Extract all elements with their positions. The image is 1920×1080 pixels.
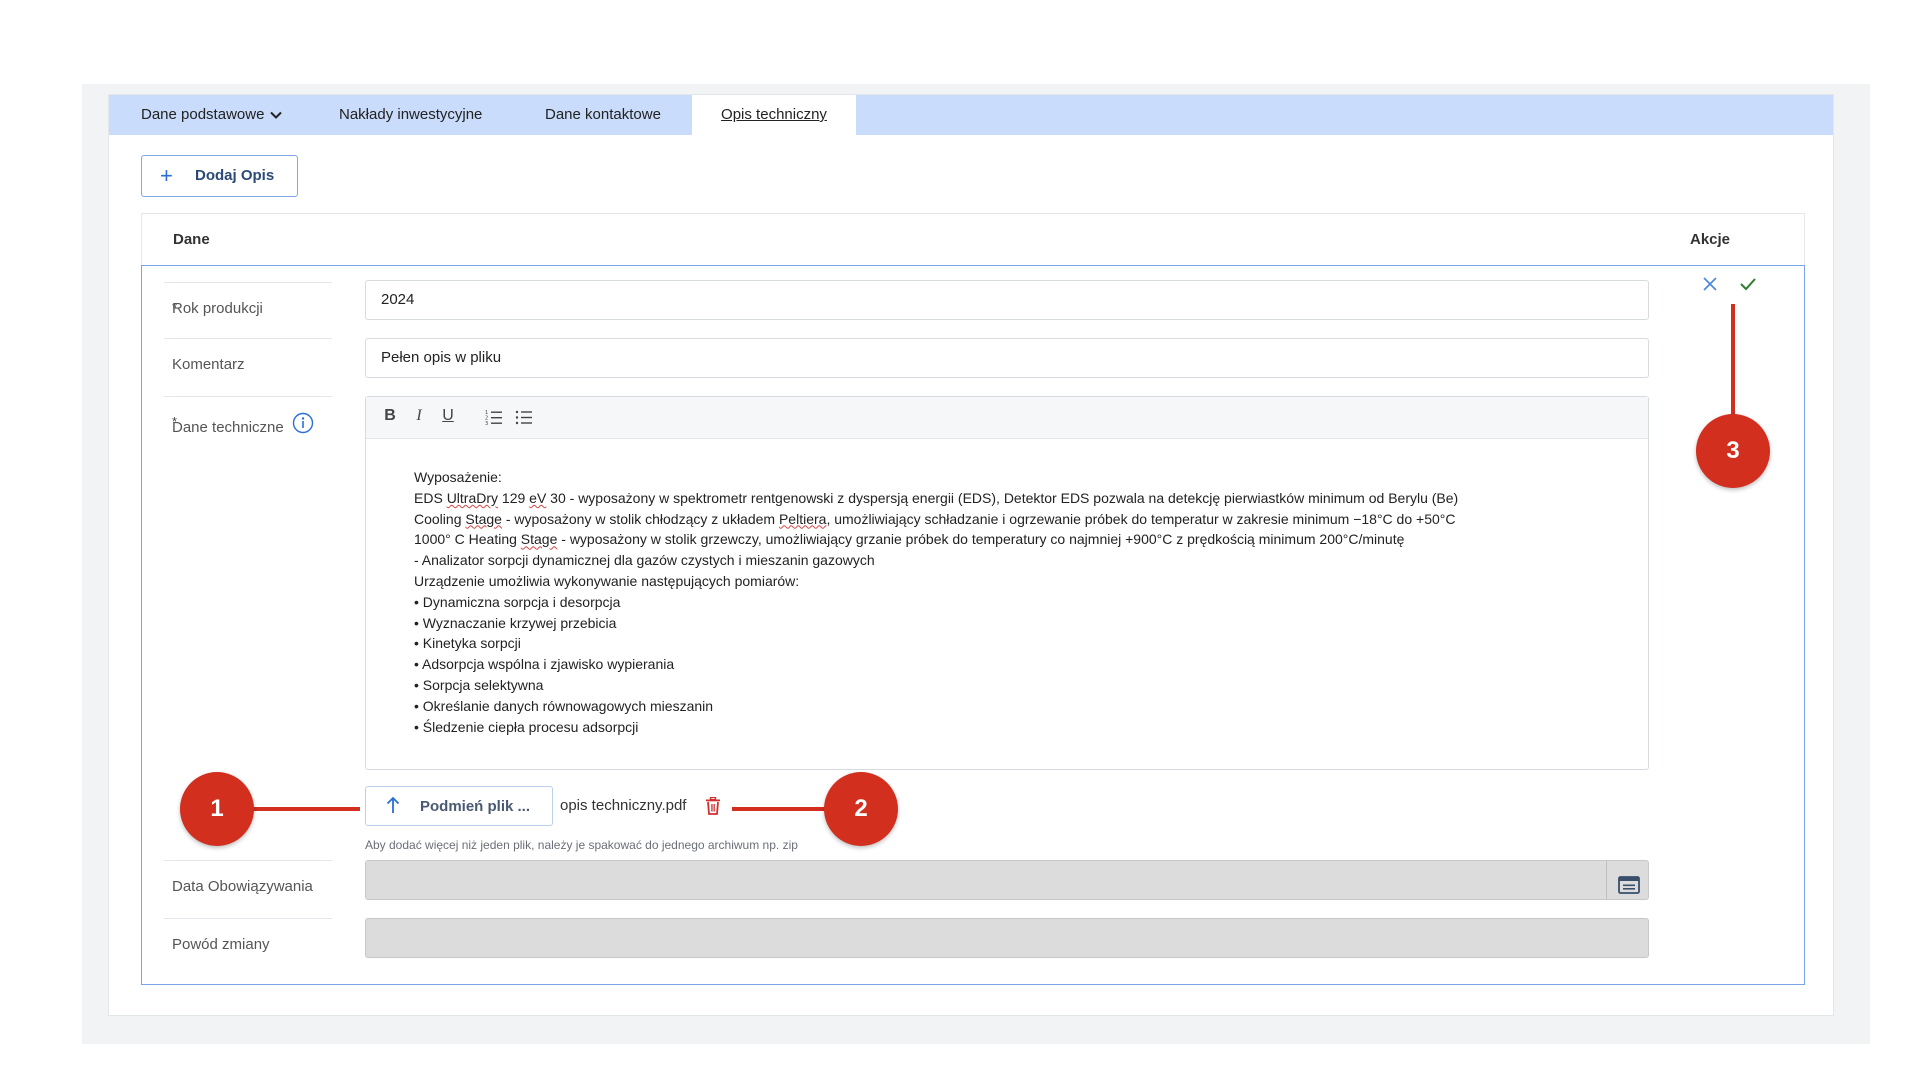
calendar-icon: [1618, 871, 1640, 909]
field-label: Data Obowiązywania: [172, 878, 313, 895]
rich-text-editor[interactable]: B I U 123 Wyposażenie: EDS UltraDry 129 e…: [365, 396, 1649, 770]
italic-button[interactable]: I: [409, 407, 429, 429]
cancel-icon[interactable]: [1702, 276, 1718, 296]
plus-icon: +: [160, 163, 173, 188]
bullet-list-icon[interactable]: [514, 409, 534, 431]
data-obowiazywania-input: [365, 860, 1649, 900]
svg-text:3: 3: [485, 421, 488, 425]
add-description-button[interactable]: + Dodaj Opis: [141, 155, 298, 197]
table-header: Dane Akcje: [141, 213, 1805, 265]
tab-label: Dane kontaktowe: [545, 106, 661, 123]
editor-line: • Określanie danych równowagowych miesza…: [414, 697, 714, 714]
editor-line: EDS UltraDry 129 eV 30 - wyposażony w sp…: [414, 489, 1459, 506]
bold-button[interactable]: B: [380, 407, 400, 429]
rok-produkcji-input[interactable]: 2024: [365, 280, 1649, 320]
label-dane-techniczne: * Dane techniczne: [164, 396, 332, 466]
edit-row: * Rok produkcji 2024 Komentarz Pełen opi…: [141, 265, 1805, 985]
field-label: Dane techniczne: [172, 419, 284, 436]
tab-dane-kontaktowe[interactable]: Dane kontaktowe: [545, 95, 685, 135]
powod-zmiany-input: [365, 918, 1649, 958]
label-powod-zmiany: Powód zmiany: [164, 918, 332, 974]
editor-line: Urządzenie umożliwia wykonywanie następu…: [414, 572, 800, 589]
editor-line: Wyposażenie:: [414, 469, 502, 485]
editor-line: • Dynamiczna sorpcja i desorpcja: [414, 593, 621, 610]
add-button-label: Dodaj Opis: [195, 167, 275, 184]
replace-file-label: Podmień plik ...: [420, 798, 531, 815]
ordered-list-icon[interactable]: 123: [484, 409, 504, 431]
uploaded-filename[interactable]: opis techniczny.pdf: [560, 797, 686, 814]
tab-label: Dane podstawowe: [141, 106, 265, 123]
tab-naklady-inwestycyjne[interactable]: Nakłady inwestycyjne: [339, 95, 499, 135]
editor-line: 1000° C Heating Stage - wyposażony w sto…: [414, 531, 1405, 548]
callout-3: 3: [1696, 414, 1770, 488]
main-card: Dane podstawowe Nakłady inwestycyjne Dan…: [108, 94, 1834, 1016]
tab-label: Opis techniczny: [721, 106, 827, 123]
editor-line: • Sorpcja selektywna: [414, 676, 544, 693]
column-header-data: Dane: [173, 231, 210, 248]
label-data-obowiazywania: Data Obowiązywania: [164, 860, 332, 916]
tab-label: Nakłady inwestycyjne: [339, 106, 483, 123]
field-label: Rok produkcji: [172, 300, 263, 317]
field-label: Powód zmiany: [172, 936, 270, 953]
field-label: Komentarz: [172, 356, 245, 373]
underline-button[interactable]: U: [438, 407, 458, 429]
komentarz-input[interactable]: Pełen opis w pliku: [365, 338, 1649, 378]
tab-dane-podstawowe[interactable]: Dane podstawowe: [141, 95, 291, 135]
callout-line-1: [248, 807, 360, 811]
callout-1: 1: [180, 772, 254, 846]
info-icon[interactable]: [292, 412, 314, 438]
confirm-check-icon[interactable]: [1739, 277, 1757, 295]
editor-line: • Kinetyka sorpcji: [414, 635, 521, 652]
trash-icon[interactable]: [705, 796, 721, 819]
editor-line: • Adsorpcja wspólna i zjawisko wypierani…: [414, 656, 675, 673]
upload-arrow-icon: [386, 796, 400, 819]
callout-line-3: [1731, 304, 1735, 416]
label-komentarz: Komentarz: [164, 338, 332, 394]
column-header-actions: Akcje: [1690, 231, 1731, 248]
editor-toolbar: B I U 123: [366, 397, 1648, 439]
label-rok-produkcji: * Rok produkcji: [164, 282, 332, 338]
tab-bar: Dane podstawowe Nakłady inwestycyjne Dan…: [109, 95, 1833, 135]
tab-opis-techniczny[interactable]: Opis techniczny: [692, 95, 856, 135]
editor-line: Cooling Stage - wyposażony w stolik chło…: [414, 510, 1456, 527]
callout-2: 2: [824, 772, 898, 846]
upload-hint: Aby dodać więcej niż jeden plik, należy …: [365, 838, 798, 852]
chevron-down-icon: [270, 95, 283, 135]
editor-line: • Wyznaczanie krzywej przebicia: [414, 614, 617, 631]
calendar-button[interactable]: [1606, 861, 1648, 899]
editor-line: - Analizator sorpcji dynamicznej dla gaz…: [414, 552, 875, 569]
replace-file-button[interactable]: Podmień plik ...: [365, 786, 553, 826]
editor-content[interactable]: Wyposażenie: EDS UltraDry 129 eV 30 - wyp…: [414, 467, 1628, 737]
editor-line: • Śledzenie ciepła procesu adsorpcji: [414, 718, 639, 735]
